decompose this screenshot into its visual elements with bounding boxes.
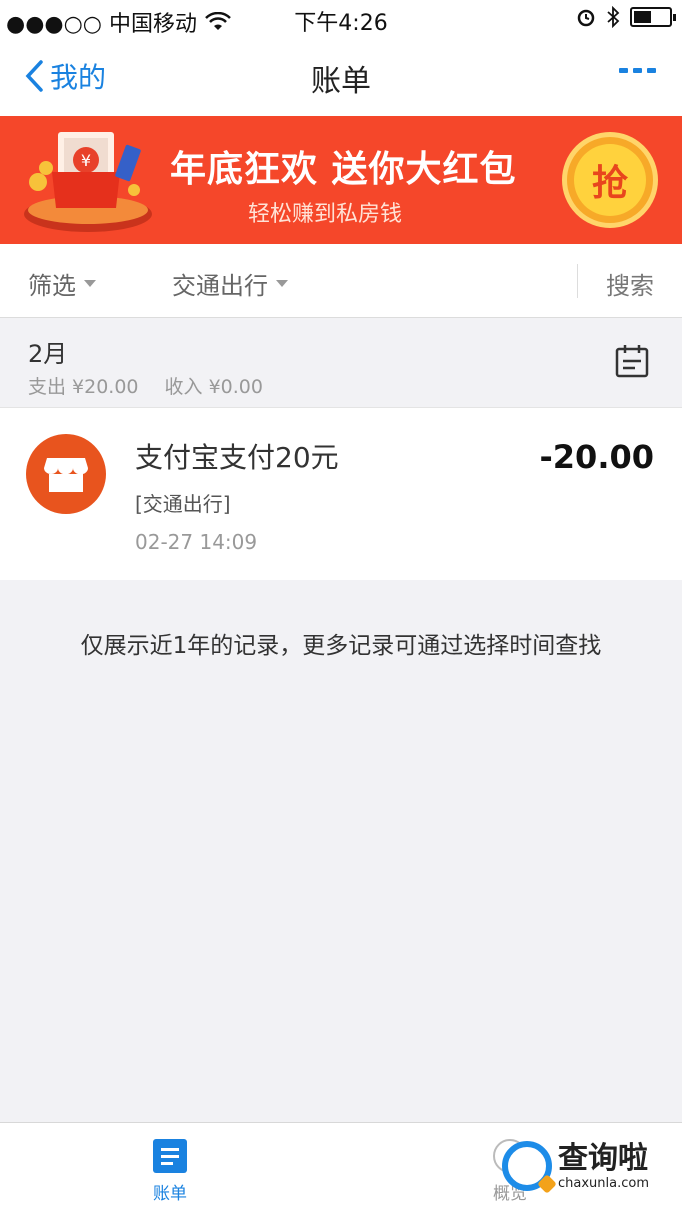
calendar-icon[interactable]: [614, 344, 650, 378]
banner-title: 年底狂欢 送你大红包: [170, 149, 517, 190]
watermark-text: 查询啦 chaxunla.com: [558, 1140, 649, 1191]
bluetooth-icon: [607, 6, 620, 28]
page-title: 账单: [311, 64, 371, 99]
records-notice: 仅展示近1年的记录，更多记录可通过选择时间查找: [80, 633, 602, 659]
search-logo-icon: [502, 1141, 552, 1191]
category-dropdown[interactable]: 交通出行: [172, 266, 288, 301]
bill-title: 支付宝支付20元: [135, 441, 339, 474]
filter-label: 筛选: [28, 272, 76, 300]
watermark-logo: 查询啦 chaxunla.com: [502, 1128, 672, 1204]
month-summary: 2月 支出 ¥20.00 收入 ¥0.00: [0, 318, 682, 408]
watermark-en: chaxunla.com: [558, 1175, 649, 1191]
battery-icon: [630, 7, 676, 27]
month-income: 收入 ¥0.00: [164, 376, 263, 398]
battery-fill: [634, 11, 651, 23]
category-label: 交通出行: [172, 272, 268, 300]
bill-category: [交通出行]: [135, 492, 231, 516]
grab-button[interactable]: 抢: [562, 132, 658, 228]
caret-down-icon: [276, 280, 288, 287]
status-bar: ●●●○○ 中国移动 下午4:26: [0, 0, 682, 38]
bill-list-item[interactable]: 支付宝支付20元 [交通出行] 02-27 14:09 -20.00: [0, 408, 682, 580]
more-dot: [647, 68, 656, 73]
filter-divider: [577, 264, 578, 298]
bill-amount: -20.00: [539, 438, 655, 476]
month-label: 2月: [28, 340, 68, 368]
storefront-glyph: [44, 458, 88, 492]
month-expense: 支出 ¥20.00: [28, 376, 139, 398]
bill-list-icon: [153, 1139, 187, 1173]
shop-icon: [26, 434, 106, 514]
bill-time: 02-27 14:09: [135, 530, 258, 554]
red-envelope-illustration: ¥: [24, 132, 152, 232]
grab-label: 抢: [574, 144, 646, 216]
more-dot: [633, 68, 642, 73]
tab-bills-label: 账单: [153, 1184, 187, 1204]
filter-bar: 筛选 交通出行 搜索: [0, 244, 682, 318]
more-dot: [619, 68, 628, 73]
nav-bar: 我的 账单: [0, 38, 682, 116]
alarm-icon: [577, 9, 595, 27]
month-totals: 支出 ¥20.00 收入 ¥0.00: [28, 372, 263, 399]
more-button[interactable]: [619, 68, 656, 73]
watermark-cn: 查询啦: [558, 1140, 648, 1176]
svg-text:¥: ¥: [81, 151, 91, 170]
filter-dropdown[interactable]: 筛选: [28, 266, 96, 301]
tab-bills[interactable]: 账单: [110, 1139, 230, 1204]
status-right: [576, 6, 676, 28]
caret-down-icon: [84, 280, 96, 287]
promo-banner[interactable]: ¥ 年底狂欢 送你大红包 轻松赚到私房钱 抢: [0, 116, 682, 244]
banner-subtitle: 轻松赚到私房钱: [248, 202, 403, 227]
search-button[interactable]: 搜索: [606, 266, 654, 301]
